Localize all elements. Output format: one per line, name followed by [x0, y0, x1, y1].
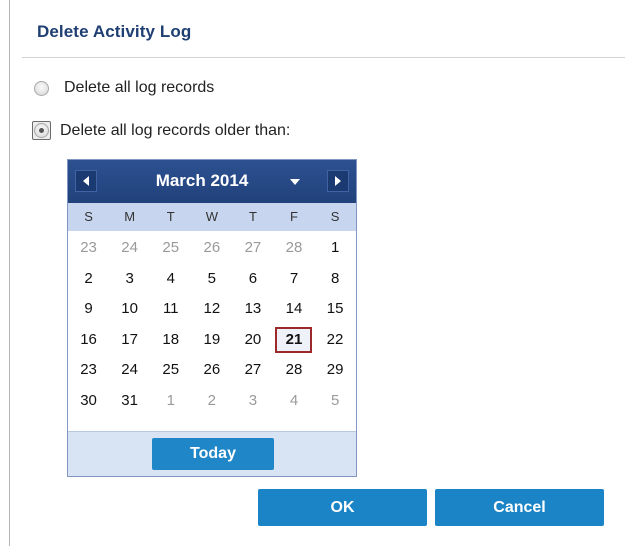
calendar-day[interactable]: 23: [68, 355, 109, 386]
calendar-day[interactable]: 27: [232, 355, 273, 386]
calendar-day[interactable]: 6: [232, 264, 273, 295]
radio-label: Delete all log records older than:: [60, 121, 291, 139]
weekday-label: S: [84, 209, 93, 224]
left-border: [0, 0, 10, 546]
radio-label: Delete all log records: [64, 79, 215, 96]
calendar-day[interactable]: 3: [232, 386, 273, 417]
calendar-day[interactable]: 24: [109, 233, 150, 264]
calendar-week-row: 9 10 11 12 13 14 15: [68, 294, 356, 325]
calendar-day[interactable]: 19: [191, 325, 232, 356]
weekday-label: T: [248, 209, 257, 224]
calendar-day[interactable]: 1: [150, 386, 191, 417]
calendar-day[interactable]: 12: [191, 294, 232, 325]
calendar-day[interactable]: 4: [273, 386, 314, 417]
ok-button[interactable]: OK: [258, 489, 427, 526]
weekday-label: W: [205, 209, 218, 224]
weekday-label: M: [124, 209, 136, 224]
calendar-day[interactable]: 27: [232, 233, 273, 264]
calendar-day[interactable]: 23: [68, 233, 109, 264]
calendar-day[interactable]: 11: [150, 294, 191, 325]
radio-option-delete-all[interactable]: Delete all log records: [34, 79, 214, 97]
calendar-day-selected[interactable]: 21: [275, 326, 313, 353]
calendar-week-row: 23 24 25 26 27 28 29: [68, 355, 356, 386]
radio-button[interactable]: [34, 80, 49, 96]
calendar-day[interactable]: 2: [68, 264, 109, 295]
calendar-day[interactable]: 28: [273, 233, 314, 264]
calendar-day[interactable]: 1: [315, 233, 356, 264]
calendar-day[interactable]: 18: [150, 325, 191, 356]
next-month-button[interactable]: [327, 170, 349, 192]
calendar-day[interactable]: 9: [68, 294, 109, 325]
cancel-button[interactable]: Cancel: [435, 489, 604, 526]
calendar-day[interactable]: 14: [273, 294, 314, 325]
calendar-day[interactable]: 5: [315, 386, 356, 417]
calendar-week-row: 30 31 1 2 3 4 5: [68, 386, 356, 417]
dialog-title: Delete Activity Log: [37, 22, 192, 41]
calendar-day[interactable]: 20: [232, 325, 273, 356]
calendar-day[interactable]: 2: [191, 386, 232, 417]
weekday-header-row: SMTWTFS: [68, 203, 356, 231]
radio-button-selected[interactable]: [34, 123, 49, 138]
calendar-day[interactable]: 3: [109, 264, 150, 295]
calendar-week-row: 2345678: [68, 264, 356, 295]
radio-option-delete-older[interactable]: Delete all log records older than:: [32, 121, 291, 140]
calendar-day[interactable]: 26: [191, 355, 232, 386]
calendar-day[interactable]: 25: [150, 233, 191, 264]
calendar-day[interactable]: 29: [315, 355, 356, 386]
today-button[interactable]: Today: [152, 438, 274, 470]
calendar-day[interactable]: 10: [109, 294, 150, 325]
calendar-day[interactable]: 30: [68, 386, 109, 417]
calendar-day[interactable]: 16: [68, 325, 109, 356]
calendar-day[interactable]: 17: [109, 325, 150, 356]
weekday-label: F: [290, 209, 298, 224]
radio-focus-ring[interactable]: [32, 121, 51, 140]
calendar-week-row: 16 17 18 19 20 21 22: [68, 325, 356, 356]
calendar-day[interactable]: 25: [150, 355, 191, 386]
calendar-day[interactable]: 26: [191, 233, 232, 264]
weekday-label: T: [166, 209, 175, 224]
chevron-down-icon[interactable]: [290, 179, 300, 185]
weekday-label: S: [330, 209, 340, 224]
calendar-day[interactable]: 13: [232, 294, 273, 325]
calendar-day[interactable]: 24: [109, 355, 150, 386]
title-divider: [22, 57, 625, 58]
calendar-day[interactable]: 4: [150, 264, 191, 295]
calendar-day[interactable]: 7: [273, 264, 314, 295]
triangle-right-icon: [335, 176, 341, 186]
calendar-week-row: 23 24 25 26 27 28 1: [68, 233, 356, 264]
calendar-day[interactable]: 28: [273, 355, 314, 386]
date-picker-calendar: March 2014 SMTWTFS 23 24 25 26 27 28 1 2 3 4 5 6 7 8 9…: [67, 159, 357, 477]
calendar-day[interactable]: 22: [314, 325, 355, 356]
calendar-day[interactable]: 15: [315, 294, 356, 325]
month-year-label[interactable]: March 2014: [68, 171, 356, 191]
calendar-footer: Today: [68, 431, 356, 476]
calendar-header: March 2014: [68, 160, 356, 203]
calendar-day-grid: 23 24 25 26 27 28 1 2 3 4 5 6 7 8 9 10 11 12 13 14 15 16 17 18 1…: [68, 231, 356, 416]
calendar-day[interactable]: 8: [315, 264, 356, 295]
calendar-day[interactable]: 31: [109, 386, 150, 417]
calendar-day[interactable]: 5: [191, 264, 232, 295]
